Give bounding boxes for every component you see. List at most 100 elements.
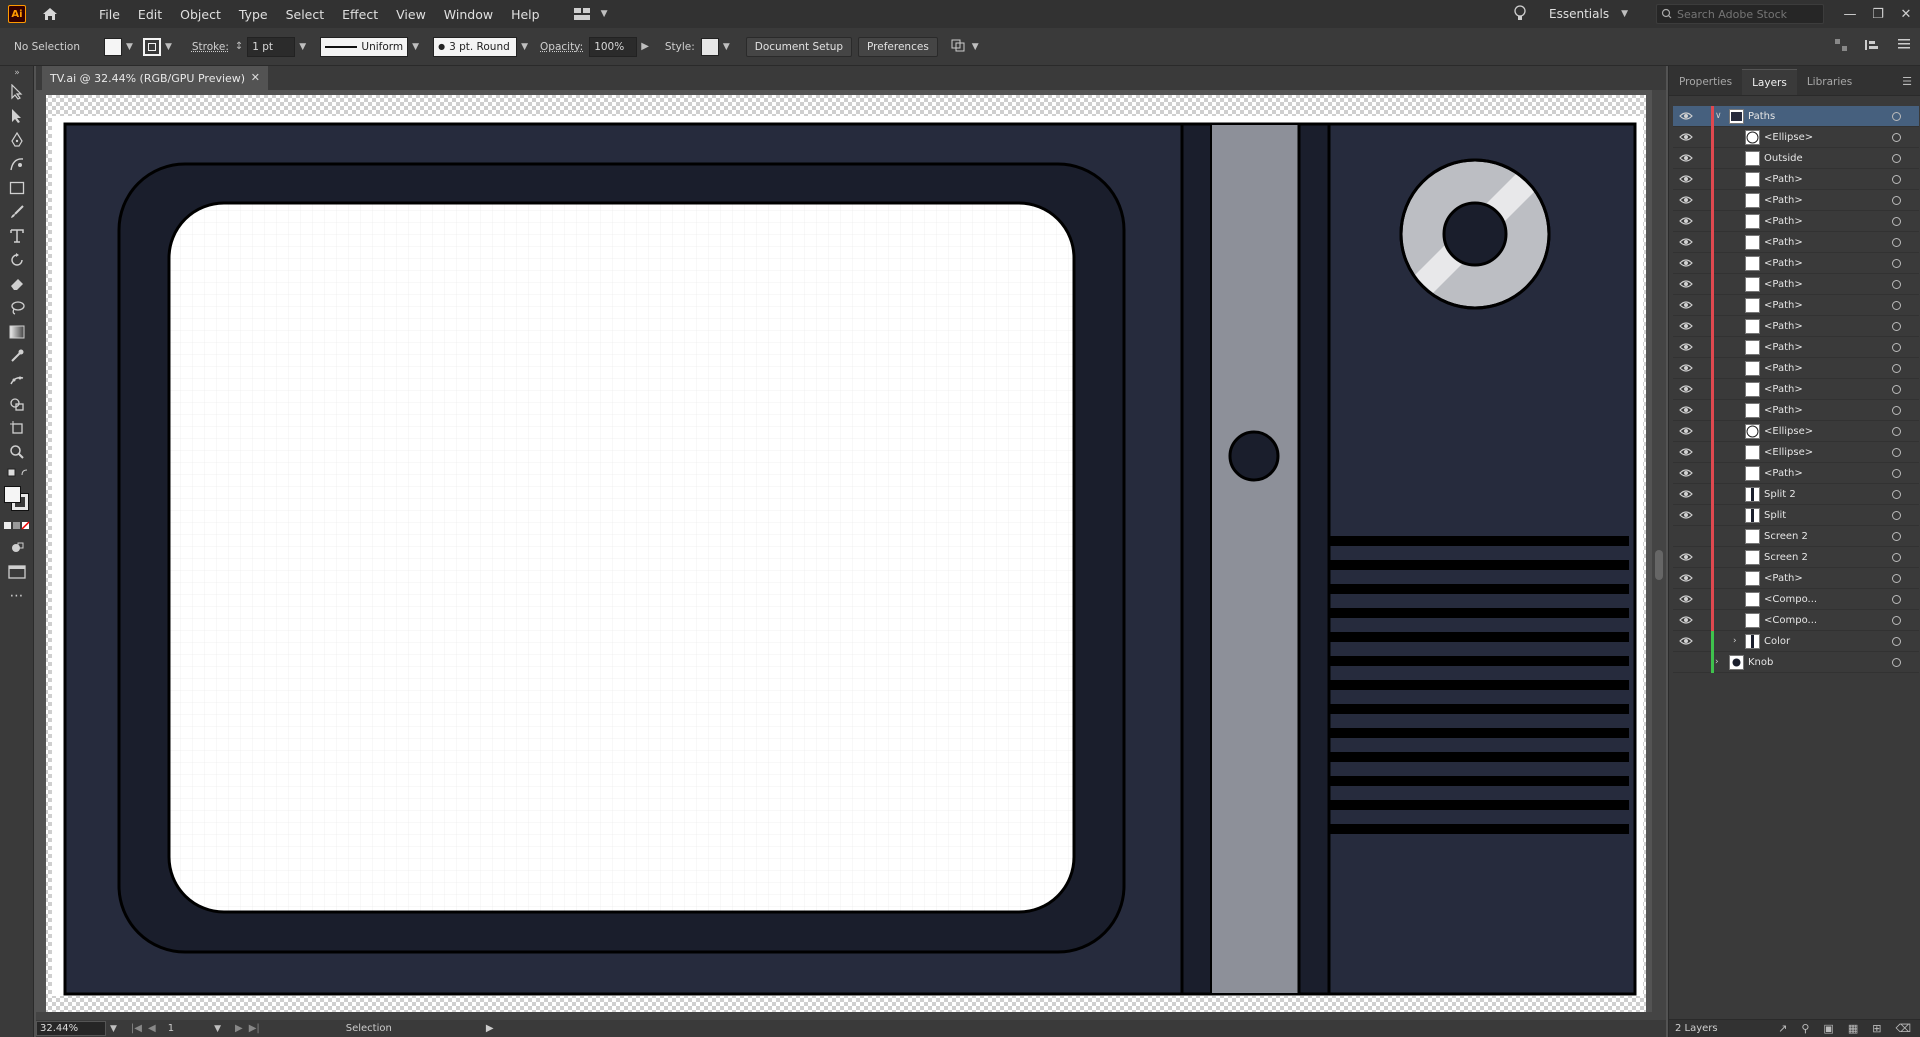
menu-effect[interactable]: Effect	[333, 7, 387, 22]
chevron-right-icon[interactable]: ›	[1733, 636, 1737, 646]
restore-window-button[interactable]: ❐	[1864, 7, 1892, 22]
canvas[interactable]	[36, 90, 1666, 1020]
visibility-eye-icon[interactable]	[1673, 342, 1699, 352]
target-circle-icon[interactable]	[1892, 406, 1901, 415]
direct-selection-tool-icon[interactable]	[0, 104, 34, 128]
layer-row[interactable]: <Path>	[1673, 337, 1919, 358]
visibility-eye-icon[interactable]	[1673, 153, 1699, 163]
stroke-profile-dropdown[interactable]: Uniform	[320, 36, 409, 57]
zoom-input[interactable]	[36, 1021, 106, 1036]
target-circle-icon[interactable]	[1892, 385, 1901, 394]
visibility-eye-icon[interactable]	[1673, 111, 1699, 121]
menu-select[interactable]: Select	[277, 7, 334, 22]
zoom-tool-icon[interactable]	[0, 440, 34, 464]
visibility-eye-icon[interactable]	[1673, 174, 1699, 184]
target-circle-icon[interactable]	[1892, 658, 1901, 667]
tab-properties[interactable]: Properties	[1669, 69, 1742, 95]
visibility-eye-icon[interactable]	[1673, 405, 1699, 415]
target-circle-icon[interactable]	[1892, 364, 1901, 373]
stroke-weight-field[interactable]: 1 pt	[247, 36, 296, 57]
arrange-documents-button[interactable]: ▼	[573, 7, 612, 21]
panel-menu-icon[interactable]: ☰	[1902, 75, 1912, 88]
lightbulb-icon[interactable]	[1513, 4, 1527, 25]
swap-fill-stroke-icon[interactable]	[0, 464, 34, 482]
visibility-eye-icon[interactable]	[1673, 468, 1699, 478]
menu-edit[interactable]: Edit	[129, 7, 171, 22]
trash-icon[interactable]: ⌫	[1895, 1022, 1911, 1035]
menu-view[interactable]: View	[387, 7, 435, 22]
target-circle-icon[interactable]	[1892, 217, 1901, 226]
opacity-label[interactable]: Opacity:	[540, 41, 583, 53]
target-circle-icon[interactable]	[1892, 154, 1901, 163]
chevron-down-icon[interactable]: ▼	[972, 42, 979, 52]
layer-row[interactable]: <Path>	[1673, 232, 1919, 253]
transform-icon[interactable]	[1864, 38, 1882, 55]
close-icon[interactable]: ✕	[251, 71, 260, 84]
align-icon[interactable]	[1834, 38, 1848, 55]
target-circle-icon[interactable]	[1892, 259, 1901, 268]
target-circle-icon[interactable]	[1892, 532, 1901, 541]
graphic-style-swatch[interactable]	[700, 37, 719, 56]
stroke-label[interactable]: Stroke:	[192, 41, 229, 53]
layer-row[interactable]: Split	[1673, 505, 1919, 526]
lasso-tool-icon[interactable]	[0, 296, 34, 320]
locate-object-icon[interactable]: ⚲	[1801, 1022, 1809, 1035]
target-circle-icon[interactable]	[1892, 637, 1901, 646]
target-circle-icon[interactable]	[1892, 553, 1901, 562]
visibility-eye-icon[interactable]	[1673, 321, 1699, 331]
artboard-tool-icon[interactable]	[0, 416, 34, 440]
rectangle-tool-icon[interactable]	[0, 176, 34, 200]
layer-row[interactable]: Outside	[1673, 148, 1919, 169]
first-artboard-icon[interactable]: |◀	[131, 1023, 142, 1034]
layer-row[interactable]: <Path>	[1673, 463, 1919, 484]
layer-row[interactable]: Screen 2	[1673, 526, 1919, 547]
layer-row[interactable]: <Compo...	[1673, 610, 1919, 631]
visibility-eye-icon[interactable]	[1673, 636, 1699, 646]
target-circle-icon[interactable]	[1892, 238, 1901, 247]
chevron-down-icon[interactable]: ▼	[412, 42, 419, 52]
fill-stroke-indicator[interactable]	[0, 482, 34, 516]
layer-row[interactable]: <Path>	[1673, 253, 1919, 274]
chevron-right-icon[interactable]: ▶	[486, 1023, 494, 1034]
tab-libraries[interactable]: Libraries	[1797, 69, 1862, 95]
layer-row[interactable]: <Ellipse>	[1673, 442, 1919, 463]
menu-file[interactable]: File	[90, 7, 129, 22]
layer-row[interactable]: <Path>	[1673, 211, 1919, 232]
selection-tool-icon[interactable]	[0, 80, 34, 104]
chevron-down-icon[interactable]: ▼	[723, 42, 730, 52]
vertical-scroll-thumb[interactable]	[1655, 550, 1663, 580]
horizontral-scroll-track[interactable]	[36, 1012, 1652, 1020]
stock-search-input[interactable]	[1677, 7, 1813, 21]
layer-row[interactable]: <Path>	[1673, 358, 1919, 379]
tab-layers[interactable]: Layers	[1742, 69, 1797, 95]
panel-menu-icon[interactable]	[1898, 38, 1910, 55]
close-window-button[interactable]: ✕	[1892, 7, 1920, 22]
grey-strip[interactable]	[1210, 123, 1300, 995]
visibility-eye-icon[interactable]	[1673, 195, 1699, 205]
preferences-button[interactable]: Preferences	[858, 36, 938, 57]
layer-row[interactable]: <Path>	[1673, 568, 1919, 589]
visibility-eye-icon[interactable]	[1673, 426, 1699, 436]
layer-row[interactable]: ∨ Paths	[1673, 106, 1919, 127]
visibility-eye-icon[interactable]	[1673, 132, 1699, 142]
vertical-scrollbar[interactable]	[1652, 90, 1666, 1020]
layer-row[interactable]: › Color	[1673, 631, 1919, 652]
minimize-window-button[interactable]: —	[1836, 7, 1864, 22]
layer-row[interactable]: <Path>	[1673, 274, 1919, 295]
screen-mode-icon[interactable]	[0, 560, 34, 584]
layer-row[interactable]: <Path>	[1673, 295, 1919, 316]
stock-search-box[interactable]	[1656, 4, 1824, 24]
export-icon[interactable]: ↗	[1778, 1022, 1787, 1035]
target-circle-icon[interactable]	[1892, 301, 1901, 310]
last-artboard-icon[interactable]: ▶|	[249, 1023, 260, 1034]
arrange-icon[interactable]	[950, 38, 968, 55]
next-artboard-icon[interactable]: ▶	[235, 1023, 243, 1034]
chevron-down-icon[interactable]: ∨	[1715, 111, 1722, 121]
target-circle-icon[interactable]	[1892, 469, 1901, 478]
puppet-warp-tool-icon[interactable]	[0, 368, 34, 392]
menu-type[interactable]: Type	[230, 7, 277, 22]
brush-definition-dropdown[interactable]: ● 3 pt. Round	[433, 36, 518, 57]
stroke-swatch[interactable]	[142, 37, 161, 56]
target-circle-icon[interactable]	[1892, 280, 1901, 289]
menu-help[interactable]: Help	[502, 7, 549, 22]
